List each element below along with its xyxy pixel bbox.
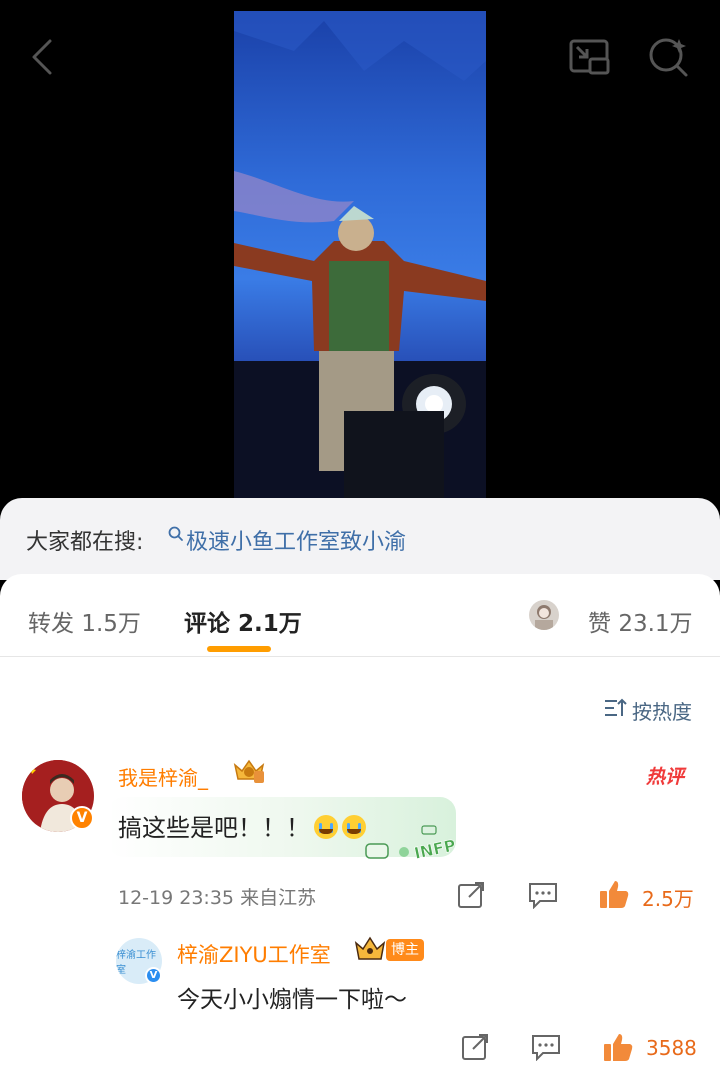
crown-icon	[354, 935, 386, 967]
thumbs-up-icon[interactable]	[596, 876, 632, 912]
share-icon[interactable]	[454, 878, 488, 912]
reply-like-count: 3588	[646, 1036, 697, 1060]
post-photo[interactable]	[234, 11, 486, 498]
sort-label: 按热度	[632, 700, 692, 724]
tab-divider	[0, 656, 720, 657]
picture-in-picture-icon[interactable]	[566, 33, 614, 81]
comment-time: 12-19 23:35	[118, 887, 235, 909]
tab-likes-count: 23.1万	[618, 611, 693, 637]
tab-comments-label: 评论	[184, 611, 230, 637]
crying-emoji-icon	[314, 815, 338, 839]
reply-text: 今天小小煽情一下啦～	[177, 987, 407, 1013]
tab-likes[interactable]: 赞 23.1万	[588, 604, 693, 638]
infp-sticker-text: INFP	[412, 836, 457, 862]
crying-emoji-icon	[342, 815, 366, 839]
comment-text-content: 搞这些是吧！！！	[118, 814, 310, 842]
comment-like-count: 2.5万	[642, 887, 694, 911]
liker-avatar	[529, 600, 559, 630]
tab-likes-label: 赞	[588, 611, 611, 637]
image-search-icon[interactable]	[644, 33, 692, 81]
comment-text: 搞这些是吧！！！	[118, 808, 366, 843]
search-icon	[168, 526, 184, 546]
author-badge: 博主	[386, 939, 424, 961]
comment-username[interactable]: 我是梓渝_	[118, 762, 208, 791]
infp-sticker: INFP	[364, 822, 470, 866]
trending-search-term[interactable]: 极速小鱼工作室致小渝	[186, 524, 406, 556]
tab-comments-count: 2.1万	[238, 611, 302, 637]
hot-comment-label: 热评	[646, 766, 685, 788]
reply-icon[interactable]	[526, 878, 560, 912]
sort-by-hot-button[interactable]: 按热度	[604, 696, 692, 725]
tab-reposts-label: 转发	[28, 611, 74, 637]
sort-icon	[604, 698, 628, 723]
tab-reposts-count: 1.5万	[81, 611, 141, 637]
comment-meta: 12-19 23:35 来自江苏	[118, 883, 316, 910]
comment-location: 来自江苏	[240, 887, 317, 909]
fan-level-badge-icon	[232, 757, 266, 789]
active-tab-indicator	[207, 646, 271, 652]
thumbs-up-icon[interactable]	[600, 1029, 636, 1065]
tab-comments[interactable]: 评论 2.1万	[184, 604, 302, 638]
reply-username[interactable]: 梓渝ZIYU工作室	[177, 939, 331, 969]
trending-search-label: 大家都在搜:	[26, 530, 144, 555]
tab-reposts[interactable]: 转发 1.5万	[28, 604, 141, 638]
reply-icon[interactable]	[529, 1030, 563, 1064]
verified-badge-icon: V	[70, 806, 94, 830]
verified-badge-icon: V	[145, 967, 162, 984]
back-icon[interactable]	[18, 33, 66, 81]
share-icon[interactable]	[458, 1030, 492, 1064]
